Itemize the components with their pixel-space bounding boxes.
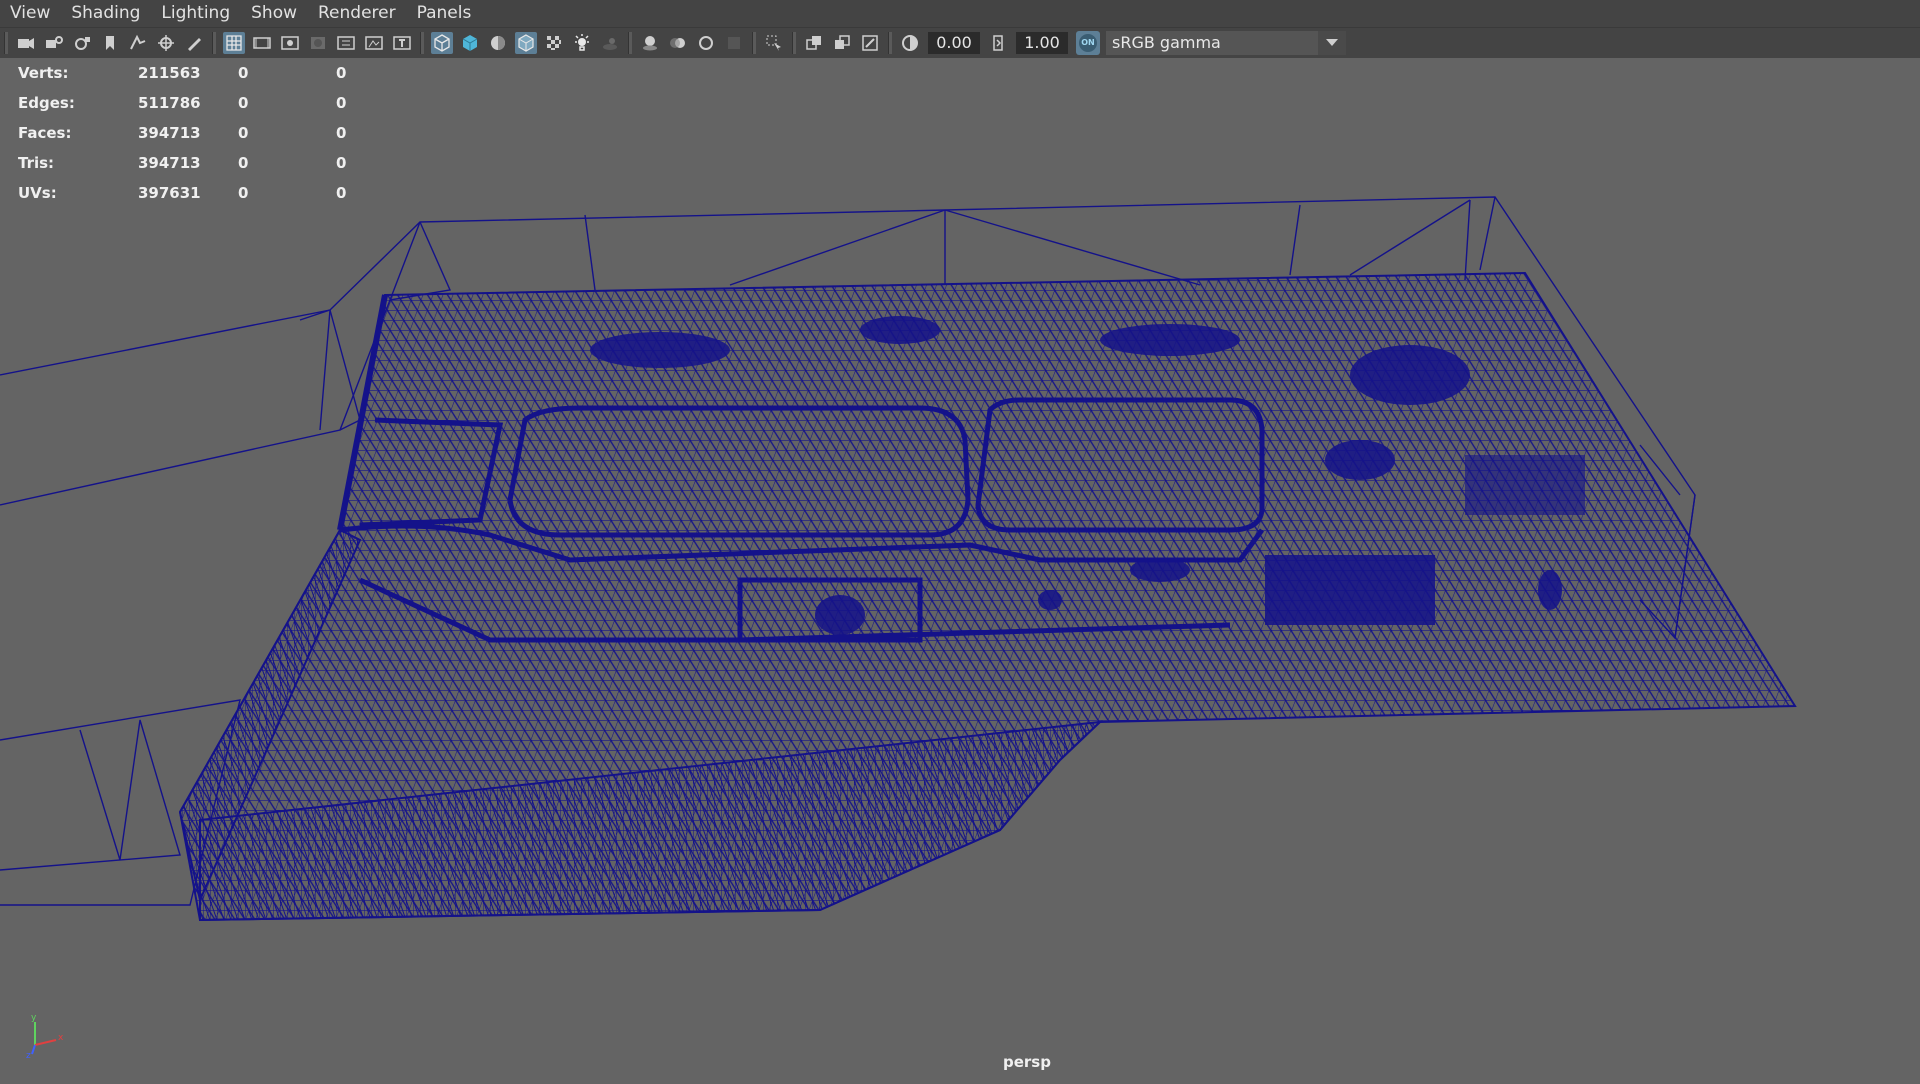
smooth-shade-icon[interactable]: [459, 32, 481, 54]
terrain-wireframe-mesh: [0, 196, 1797, 922]
toolbar-separator: [792, 32, 796, 54]
hud-label: Faces:: [18, 124, 72, 142]
view-axis-gizmo: y x z: [20, 1010, 70, 1064]
toolbar-separator: [4, 32, 8, 54]
color-management-toggle[interactable]: ON: [1076, 31, 1100, 55]
xray-active-icon[interactable]: [831, 32, 853, 54]
camera-bookmark-icon[interactable]: [71, 32, 93, 54]
color-management-label: ON: [1079, 34, 1097, 52]
hud-row-uvs: UVs: 397631 0 0: [18, 178, 396, 208]
film-gate-icon[interactable]: [251, 32, 273, 54]
hud-selected: 0: [238, 94, 249, 112]
depth-of-field-icon[interactable]: [723, 32, 745, 54]
use-all-lights-icon[interactable]: [571, 32, 593, 54]
menu-show[interactable]: Show: [241, 0, 308, 27]
hud-label: Edges:: [18, 94, 75, 112]
menu-panels[interactable]: Panels: [407, 0, 483, 27]
toolbar-separator: [212, 32, 216, 54]
field-chart-icon[interactable]: [335, 32, 357, 54]
grease-pencil-icon[interactable]: [183, 32, 205, 54]
wireframe-icon[interactable]: [431, 32, 453, 54]
grid-icon[interactable]: [223, 32, 245, 54]
isolate-select-icon[interactable]: [763, 32, 785, 54]
exposure-icon[interactable]: [899, 32, 921, 54]
menu-shading[interactable]: Shading: [61, 0, 151, 27]
2d-pan-icon[interactable]: [155, 32, 177, 54]
toolbar-separator: [888, 32, 892, 54]
toolbar-separator: [420, 32, 424, 54]
hud-row-verts: Verts: 211563 0 0: [18, 58, 396, 88]
hud-selected: 0: [238, 154, 249, 172]
hud-row-tris: Tris: 394713 0 0: [18, 148, 396, 178]
xray-joints-icon[interactable]: [859, 32, 881, 54]
image-plane-icon[interactable]: [127, 32, 149, 54]
axis-y-label: y: [31, 1013, 37, 1023]
textured-icon[interactable]: [543, 32, 565, 54]
shadows-icon[interactable]: [599, 32, 621, 54]
safe-action-icon[interactable]: [363, 32, 385, 54]
hud-label: UVs:: [18, 184, 57, 202]
toolbar-separator: [752, 32, 756, 54]
poly-count-hud: Verts: 211563 0 0 Edges: 511786 0 0 Face…: [18, 58, 396, 208]
default-material-icon[interactable]: [487, 32, 509, 54]
exposure-field[interactable]: 0.00: [928, 32, 980, 54]
hud-value: 394713: [138, 124, 201, 142]
hud-value: 211563: [138, 64, 201, 82]
hud-label: Verts:: [18, 64, 69, 82]
xray-icon[interactable]: [803, 32, 825, 54]
hud-selected: 0: [238, 184, 249, 202]
camera-attribute-icon[interactable]: [43, 32, 65, 54]
bookmark-icon[interactable]: [99, 32, 121, 54]
hud-row-faces: Faces: 394713 0 0: [18, 118, 396, 148]
screen-space-ao-icon[interactable]: [639, 32, 661, 54]
hud-value: 511786: [138, 94, 201, 112]
hud-row-edges: Edges: 511786 0 0: [18, 88, 396, 118]
gate-mask-icon[interactable]: [307, 32, 329, 54]
gamma-field[interactable]: 1.00: [1016, 32, 1068, 54]
axis-x-label: x: [58, 1033, 64, 1043]
view-transform-select[interactable]: sRGB gamma: [1106, 31, 1346, 55]
hud-component: 0: [336, 154, 347, 172]
toolbar-separator: [628, 32, 632, 54]
hud-component: 0: [336, 64, 347, 82]
hud-value: 394713: [138, 154, 201, 172]
wireframe-on-shaded-icon[interactable]: [515, 32, 537, 54]
hud-component: 0: [336, 184, 347, 202]
camera-name-label: persp: [1003, 1053, 1051, 1071]
safe-title-icon[interactable]: [391, 32, 413, 54]
hud-selected: 0: [238, 64, 249, 82]
panel-menubar: View Shading Lighting Show Renderer Pane…: [0, 0, 1920, 27]
view-transform-value: sRGB gamma: [1112, 33, 1221, 52]
anti-aliasing-icon[interactable]: [695, 32, 717, 54]
hud-selected: 0: [238, 124, 249, 142]
chevron-down-icon[interactable]: [1318, 31, 1346, 55]
hud-value: 397631: [138, 184, 201, 202]
resolution-gate-icon[interactable]: [279, 32, 301, 54]
camera-icon[interactable]: [15, 32, 37, 54]
menu-renderer[interactable]: Renderer: [308, 0, 407, 27]
hud-component: 0: [336, 124, 347, 142]
gamma-icon[interactable]: [987, 32, 1009, 54]
hud-label: Tris:: [18, 154, 55, 172]
menu-lighting[interactable]: Lighting: [151, 0, 241, 27]
perspective-viewport[interactable]: [0, 58, 1920, 1080]
panel-toolbar: 0.00 1.00 ON sRGB gamma: [0, 27, 1920, 58]
menu-view[interactable]: View: [0, 0, 61, 27]
axis-z-label: z: [26, 1051, 31, 1060]
motion-blur-icon[interactable]: [667, 32, 689, 54]
hud-component: 0: [336, 94, 347, 112]
